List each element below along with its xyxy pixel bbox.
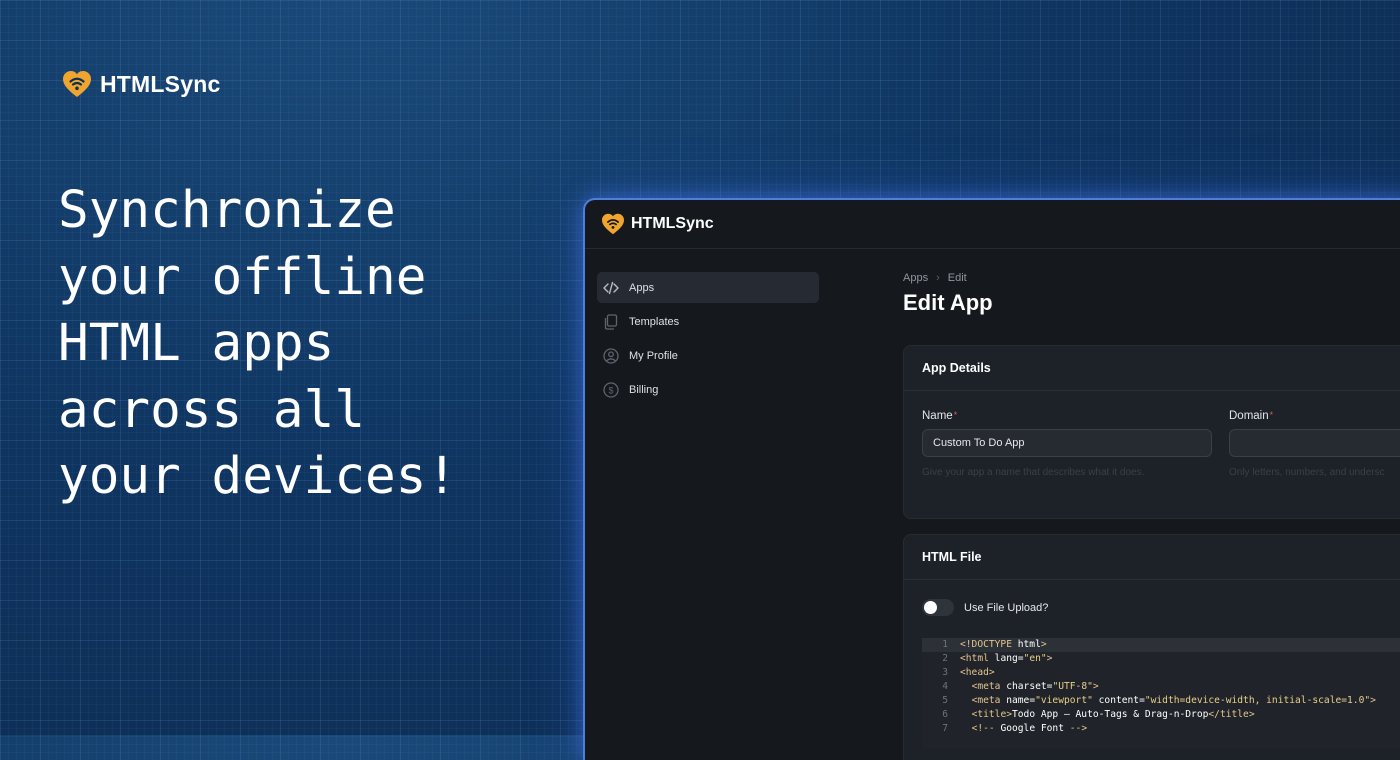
page-title: Edit App <box>903 290 993 315</box>
sidebar-item-label: Templates <box>629 315 680 328</box>
app-brand-name[interactable]: HTMLSync <box>631 215 714 233</box>
line-number: 6 <box>942 709 948 720</box>
code-icon <box>603 280 619 296</box>
line-number: 1 <box>942 639 948 650</box>
line-number: 4 <box>942 681 948 692</box>
sidebar-item-billing[interactable]: $ Billing <box>597 374 819 405</box>
code-text: <!DOCTYPE html> <box>960 639 1047 650</box>
card-title: HTML File <box>904 535 1400 580</box>
breadcrumb: Apps › Edit <box>903 272 1400 284</box>
sidebar-item-my-profile[interactable]: My Profile <box>597 340 819 371</box>
chevron-right-icon: › <box>936 272 940 284</box>
svg-text:$: $ <box>608 385 613 395</box>
domain-label-text: Domain <box>1229 410 1269 422</box>
breadcrumb-current: Edit <box>947 272 967 284</box>
line-number: 7 <box>942 723 948 734</box>
domain-field: Domain* tod Only letters, numbers, and u… <box>1229 410 1400 478</box>
line-number: 5 <box>942 695 948 706</box>
name-label: Name* <box>922 410 1212 422</box>
dollar-icon: $ <box>603 381 619 398</box>
name-label-text: Name <box>922 410 953 422</box>
required-marker: * <box>1269 410 1274 420</box>
code-line[interactable]: 7 <!-- Google Font --> <box>922 722 1400 736</box>
code-text: <meta name="viewport" content="width=dev… <box>971 695 1376 706</box>
code-line[interactable]: 5 <meta name="viewport" content="width=d… <box>922 694 1400 708</box>
app-details-card: App Details Name* Custom To Do App Give … <box>903 345 1400 519</box>
sidebar: Apps Templates My Profile $ Billing <box>597 272 819 408</box>
line-number: 3 <box>942 667 948 678</box>
code-text: <head> <box>960 667 995 678</box>
code-text: <title>Todo App – Auto-Tags & Drag-n-Dro… <box>971 709 1255 720</box>
code-editor[interactable]: 1 <!DOCTYPE html> 2 <html lang="en"> 3 <head>… <box>922 638 1400 748</box>
code-line[interactable]: 2 <html lang="en"> <box>922 652 1400 666</box>
code-line[interactable]: 4 <meta charset="UTF-8"> <box>922 680 1400 694</box>
brand-logo: HTMLSync <box>62 70 220 98</box>
brand-name: HTMLSync <box>100 70 221 97</box>
app-header: HTMLSync <box>585 200 1400 249</box>
wifi-heart-icon <box>602 213 624 235</box>
breadcrumb-apps[interactable]: Apps <box>903 272 928 284</box>
code-text: <!-- Google Font --> <box>971 723 1088 734</box>
sidebar-item-label: Apps <box>629 281 655 294</box>
name-input[interactable]: Custom To Do App <box>922 429 1212 457</box>
code-line[interactable]: 3 <head> <box>922 666 1400 680</box>
domain-input[interactable]: tod <box>1229 429 1400 457</box>
code-line[interactable]: 1 <!DOCTYPE html> <box>922 638 1400 652</box>
app-window: HTMLSync Apps Templates My Profile $ Bil… <box>583 198 1400 760</box>
wifi-heart-icon <box>63 71 91 97</box>
line-number: 2 <box>942 653 948 664</box>
main-content: Apps › Edit Edit App <box>903 272 1400 316</box>
sidebar-item-templates[interactable]: Templates <box>597 306 819 337</box>
name-hint: Give your app a name that describes what… <box>922 467 1145 478</box>
file-upload-toggle-row: Use File Upload? <box>922 599 1048 616</box>
sidebar-item-label: My Profile <box>629 349 678 362</box>
file-upload-toggle[interactable] <box>922 599 954 616</box>
code-text: <meta charset="UTF-8"> <box>971 681 1099 692</box>
domain-label: Domain* <box>1229 410 1400 422</box>
documents-icon <box>603 313 619 330</box>
user-icon <box>603 347 619 364</box>
code-text: <html lang="en"> <box>960 653 1053 664</box>
sidebar-item-label: Billing <box>629 383 659 396</box>
html-file-card: HTML File Use File Upload? 1 <!DOCTYPE ht… <box>903 534 1400 760</box>
card-title: App Details <box>904 346 1400 391</box>
headline: Synchronize your offline HTML apps acros… <box>58 181 458 506</box>
name-field: Name* Custom To Do App Give your app a n… <box>922 410 1212 478</box>
required-marker: * <box>953 410 958 420</box>
sidebar-item-apps[interactable]: Apps <box>597 272 819 303</box>
code-line[interactable]: 6 <title>Todo App – Auto-Tags & Drag-n-D… <box>922 708 1400 722</box>
domain-hint: Only letters, numbers, and undersc <box>1229 467 1385 478</box>
file-upload-toggle-label: Use File Upload? <box>964 601 1049 614</box>
